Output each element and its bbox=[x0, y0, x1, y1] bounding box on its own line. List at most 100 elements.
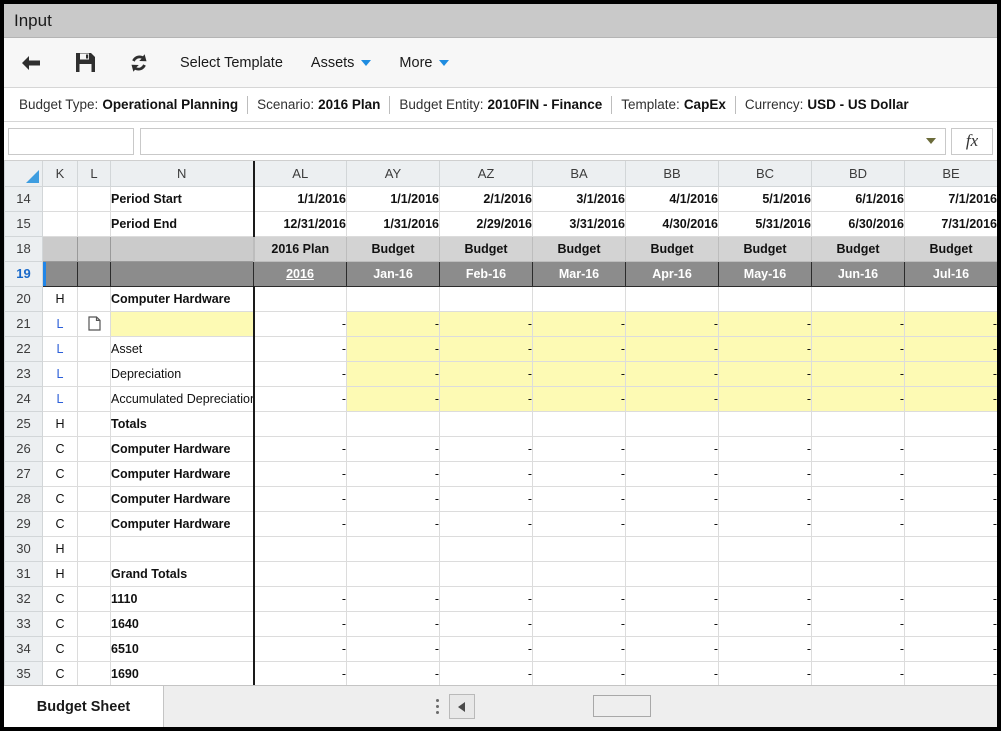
cell-AL27[interactable]: - bbox=[252, 460, 347, 487]
cell-BA23[interactable]: - bbox=[532, 360, 626, 387]
column-header-BE[interactable]: BE bbox=[904, 161, 997, 187]
cell-BD29[interactable]: - bbox=[811, 510, 905, 537]
cell-BE30[interactable] bbox=[904, 535, 997, 562]
cell-K34[interactable]: C bbox=[42, 635, 78, 662]
row-header-28[interactable]: 28 bbox=[4, 485, 43, 512]
table-row[interactable]: 32 C 1110 - - - - - - - - bbox=[4, 585, 997, 612]
cell-BC31[interactable] bbox=[718, 560, 812, 587]
cell-K29[interactable]: C bbox=[42, 510, 78, 537]
cell-L22[interactable] bbox=[77, 335, 111, 362]
cell-AL19[interactable]: 2016 bbox=[253, 260, 347, 287]
cell-BA27[interactable]: - bbox=[532, 460, 626, 487]
cell-BB26[interactable]: - bbox=[625, 435, 719, 462]
cell-L21[interactable] bbox=[77, 310, 111, 337]
cell-AL20[interactable] bbox=[252, 285, 347, 312]
cell-L15[interactable] bbox=[77, 210, 111, 237]
cell-BA14[interactable]: 3/1/2016 bbox=[532, 185, 626, 212]
cell-K19[interactable] bbox=[42, 260, 78, 287]
select-template-button[interactable]: Select Template bbox=[166, 39, 297, 87]
cell-AL34[interactable]: - bbox=[252, 635, 347, 662]
cell-AY31[interactable] bbox=[346, 560, 440, 587]
cell-BD31[interactable] bbox=[811, 560, 905, 587]
cell-L20[interactable] bbox=[77, 285, 111, 312]
cell-AL22[interactable]: - bbox=[252, 335, 347, 362]
scroll-left-button[interactable] bbox=[448, 694, 475, 719]
cell-AL25[interactable] bbox=[252, 410, 347, 437]
cell-BE29[interactable]: - bbox=[904, 510, 997, 537]
cell-AY26[interactable]: - bbox=[346, 435, 440, 462]
column-header-AL[interactable]: AL bbox=[252, 161, 347, 187]
cell-AL28[interactable]: - bbox=[252, 485, 347, 512]
cell-L25[interactable] bbox=[77, 410, 111, 437]
cell-L29[interactable] bbox=[77, 510, 111, 537]
cell-L33[interactable] bbox=[77, 610, 111, 637]
cell-K23[interactable]: L bbox=[42, 360, 78, 387]
cell-AY20[interactable] bbox=[346, 285, 440, 312]
cell-AY24[interactable]: - bbox=[346, 385, 440, 412]
cell-N27[interactable]: Computer Hardware bbox=[110, 460, 254, 487]
cell-N18[interactable] bbox=[110, 235, 254, 262]
cell-BD18[interactable]: Budget bbox=[811, 235, 905, 262]
cell-AZ15[interactable]: 2/29/2016 bbox=[439, 210, 533, 237]
cell-BE35[interactable]: - bbox=[904, 660, 997, 685]
cell-BC20[interactable] bbox=[718, 285, 812, 312]
cell-N35[interactable]: 1690 bbox=[110, 660, 254, 685]
cell-BC30[interactable] bbox=[718, 535, 812, 562]
cell-BC32[interactable]: - bbox=[718, 585, 812, 612]
cell-AY27[interactable]: - bbox=[346, 460, 440, 487]
cell-K25[interactable]: H bbox=[42, 410, 78, 437]
table-row[interactable]: 21 L - - - - - - - - bbox=[4, 310, 997, 337]
cell-BC28[interactable]: - bbox=[718, 485, 812, 512]
cell-BE27[interactable]: - bbox=[904, 460, 997, 487]
column-header-BC[interactable]: BC bbox=[718, 161, 812, 187]
column-header-BD[interactable]: BD bbox=[811, 161, 905, 187]
table-row-selected[interactable]: 19 2016 Jan-16 Feb-16 Mar-16 Apr-16 May-… bbox=[4, 260, 997, 287]
spreadsheet-grid[interactable]: K L N AL AY AZ BA BB BC BD BE 14 Period … bbox=[4, 161, 997, 685]
row-header-33[interactable]: 33 bbox=[4, 610, 43, 637]
table-row[interactable]: 27 C Computer Hardware - - - - - - - - bbox=[4, 460, 997, 487]
cell-N24[interactable]: Accumulated Depreciation bbox=[110, 385, 254, 412]
select-all-corner[interactable] bbox=[4, 161, 43, 187]
row-header-27[interactable]: 27 bbox=[4, 460, 43, 487]
cell-BE18[interactable]: Budget bbox=[904, 235, 997, 262]
save-floppy-icon[interactable] bbox=[58, 39, 112, 87]
row-header-14[interactable]: 14 bbox=[4, 185, 43, 212]
cell-K20[interactable]: H bbox=[42, 285, 78, 312]
cell-BB21[interactable]: - bbox=[625, 310, 719, 337]
cell-K24[interactable]: L bbox=[42, 385, 78, 412]
cell-AL23[interactable]: - bbox=[252, 360, 347, 387]
row-header-34[interactable]: 34 bbox=[4, 635, 43, 662]
cell-AY15[interactable]: 1/31/2016 bbox=[346, 210, 440, 237]
cell-BB31[interactable] bbox=[625, 560, 719, 587]
cell-BA29[interactable]: - bbox=[532, 510, 626, 537]
cell-N21[interactable] bbox=[110, 310, 254, 337]
cell-AZ19[interactable]: Feb-16 bbox=[439, 260, 533, 287]
cell-AL24[interactable]: - bbox=[252, 385, 347, 412]
cell-L19[interactable] bbox=[77, 260, 111, 287]
cell-AZ18[interactable]: Budget bbox=[439, 235, 533, 262]
row-header-30[interactable]: 30 bbox=[4, 535, 43, 562]
cell-AL15[interactable]: 12/31/2016 bbox=[252, 210, 347, 237]
cell-BD32[interactable]: - bbox=[811, 585, 905, 612]
cell-BC21[interactable]: - bbox=[718, 310, 812, 337]
cell-BB22[interactable]: - bbox=[625, 335, 719, 362]
cell-BE24[interactable]: - bbox=[904, 385, 997, 412]
cell-L24[interactable] bbox=[77, 385, 111, 412]
cell-AZ30[interactable] bbox=[439, 535, 533, 562]
row-header-23[interactable]: 23 bbox=[4, 360, 43, 387]
cell-BA26[interactable]: - bbox=[532, 435, 626, 462]
cell-BA35[interactable]: - bbox=[532, 660, 626, 685]
cell-AY29[interactable]: - bbox=[346, 510, 440, 537]
cell-BB20[interactable] bbox=[625, 285, 719, 312]
cell-AZ35[interactable]: - bbox=[439, 660, 533, 685]
cell-BC35[interactable]: - bbox=[718, 660, 812, 685]
cell-BD34[interactable]: - bbox=[811, 635, 905, 662]
table-row[interactable]: 29 C Computer Hardware - - - - - - - - bbox=[4, 510, 997, 537]
cell-AY22[interactable]: - bbox=[346, 335, 440, 362]
cell-BB14[interactable]: 4/1/2016 bbox=[625, 185, 719, 212]
cell-AY35[interactable]: - bbox=[346, 660, 440, 685]
cell-N34[interactable]: 6510 bbox=[110, 635, 254, 662]
cell-BA20[interactable] bbox=[532, 285, 626, 312]
cell-N15[interactable]: Period End bbox=[110, 210, 254, 237]
table-row[interactable]: 14 Period Start 1/1/2016 1/1/2016 2/1/20… bbox=[4, 185, 997, 212]
